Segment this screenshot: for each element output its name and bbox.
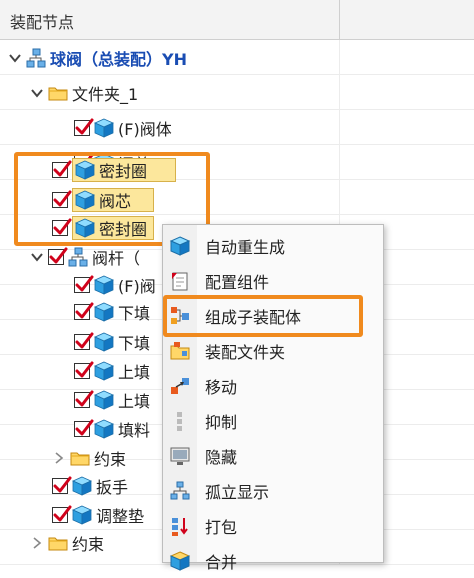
- tree-node-valve-stem[interactable]: 阀杆（: [30, 245, 140, 269]
- tree-node-label: 文件夹_1: [72, 85, 139, 104]
- tree-node-upper-fill-2[interactable]: 上填: [74, 388, 150, 412]
- tree-node-label: (F)阀体: [118, 120, 172, 139]
- folder-icon: [48, 533, 68, 553]
- menu-item-configure-component[interactable]: 配置组件: [163, 263, 383, 298]
- tree-header: 装配节点: [0, 0, 474, 40]
- assembly-folder-icon: [170, 341, 190, 359]
- menu-item-move[interactable]: 移动: [163, 368, 383, 403]
- part-icon: [94, 390, 114, 410]
- table-row: [0, 110, 474, 145]
- visibility-checkbox[interactable]: [48, 249, 64, 265]
- tree-node-packing[interactable]: 填料: [74, 417, 150, 441]
- folder-icon: [48, 83, 68, 103]
- annotation-box-menu-item: [163, 295, 363, 337]
- menu-item-label: 抑制: [205, 412, 238, 432]
- part-icon: [94, 118, 114, 138]
- visibility-checkbox[interactable]: [74, 277, 90, 293]
- header-column-divider[interactable]: [339, 0, 340, 40]
- menu-item-auto-regenerate[interactable]: 自动重生成: [163, 228, 383, 263]
- visibility-checkbox[interactable]: [74, 334, 90, 350]
- part-icon: [72, 505, 92, 525]
- tree-node-label: 调整垫: [96, 507, 145, 526]
- isolate-icon: [170, 481, 190, 499]
- tree-node-label: 约束: [94, 450, 127, 469]
- menu-item-label: 孤立显示: [205, 482, 270, 502]
- tree-node-label: (F)阀: [118, 277, 156, 296]
- tree-node-wrench[interactable]: 扳手: [52, 474, 128, 498]
- tree-node-constraint-1[interactable]: 约束: [52, 446, 126, 470]
- visibility-checkbox[interactable]: [74, 363, 90, 379]
- tree-node-lower-fill-2[interactable]: 下填: [74, 330, 150, 354]
- visibility-checkbox[interactable]: [74, 392, 90, 408]
- menu-item-pack[interactable]: 打包: [163, 508, 383, 543]
- visibility-checkbox[interactable]: [74, 421, 90, 437]
- part-icon: [94, 419, 114, 439]
- chevron-right-icon[interactable]: [30, 536, 44, 550]
- visibility-checkbox[interactable]: [74, 120, 90, 136]
- suppress-icon: [177, 411, 182, 431]
- chevron-down-icon[interactable]: [30, 86, 44, 100]
- menu-item-label: 合并: [205, 552, 238, 572]
- menu-item-suppress[interactable]: 抑制: [163, 403, 383, 438]
- menu-item-label: 隐藏: [205, 447, 238, 467]
- tree-node-fp-part[interactable]: (F)阀: [74, 273, 156, 297]
- menu-item-label: 装配文件夹: [205, 342, 286, 362]
- menu-item-isolate[interactable]: 孤立显示: [163, 473, 383, 508]
- tree-node-label: 下填: [118, 304, 151, 323]
- menu-item-hide[interactable]: 隐藏: [163, 438, 383, 473]
- part-icon: [94, 332, 114, 352]
- hide-icon: [170, 447, 190, 465]
- tree-node-label: 球阀（总装配）YH: [50, 50, 187, 69]
- menu-item-label: 自动重生成: [205, 237, 286, 257]
- chevron-right-icon[interactable]: [52, 451, 66, 465]
- menu-item-label: 打包: [205, 517, 238, 537]
- assembly-icon: [26, 48, 46, 68]
- part-icon: [94, 361, 114, 381]
- tree-node-upper-fill-1[interactable]: 上填: [74, 359, 150, 383]
- context-menu: 自动重生成 配置组件 组成子装配体 装配文件夹 移动 抑制 隐藏 孤立显示 打包…: [162, 224, 384, 572]
- tree-node-label: 上填: [118, 392, 151, 411]
- tree-node-folder1[interactable]: 文件夹_1: [30, 81, 138, 105]
- menu-item-label: 移动: [205, 377, 238, 397]
- configure-icon: [172, 272, 188, 290]
- menu-item-assembly-folder[interactable]: 装配文件夹: [163, 333, 383, 368]
- tree-node-label: 扳手: [96, 478, 129, 497]
- tree-node-label: 下填: [118, 334, 151, 353]
- tree-node-adjust-pad[interactable]: 调整垫: [52, 503, 144, 527]
- menu-item-merge[interactable]: 合并: [163, 543, 383, 578]
- tree-node-root[interactable]: 球阀（总装配）YH: [8, 46, 187, 70]
- chevron-down-icon[interactable]: [8, 51, 22, 65]
- tree-node-valve-body[interactable]: (F)阀体: [74, 116, 172, 140]
- tree-node-lower-fill-1[interactable]: 下填: [74, 300, 150, 324]
- visibility-checkbox[interactable]: [52, 507, 68, 523]
- part-icon: [72, 476, 92, 496]
- chevron-down-icon[interactable]: [30, 250, 44, 264]
- pack-icon: [172, 517, 188, 536]
- tree-node-label: 阀杆（: [92, 249, 141, 268]
- menu-item-label: 配置组件: [205, 272, 270, 292]
- header-assembly-node: 装配节点: [10, 13, 75, 32]
- tree-node-label: 约束: [72, 535, 105, 554]
- folder-icon: [70, 448, 90, 468]
- move-icon: [171, 377, 189, 394]
- assembly-icon: [68, 247, 88, 267]
- merge-icon: [169, 550, 191, 571]
- visibility-checkbox[interactable]: [52, 478, 68, 494]
- visibility-checkbox[interactable]: [74, 304, 90, 320]
- part-icon: [94, 302, 114, 322]
- part-icon: [94, 275, 114, 295]
- tree-node-label: 上填: [118, 363, 151, 382]
- regenerate-icon: [169, 235, 191, 256]
- tree-node-constraint-2[interactable]: 约束: [30, 531, 104, 555]
- tree-node-label: 填料: [118, 421, 151, 440]
